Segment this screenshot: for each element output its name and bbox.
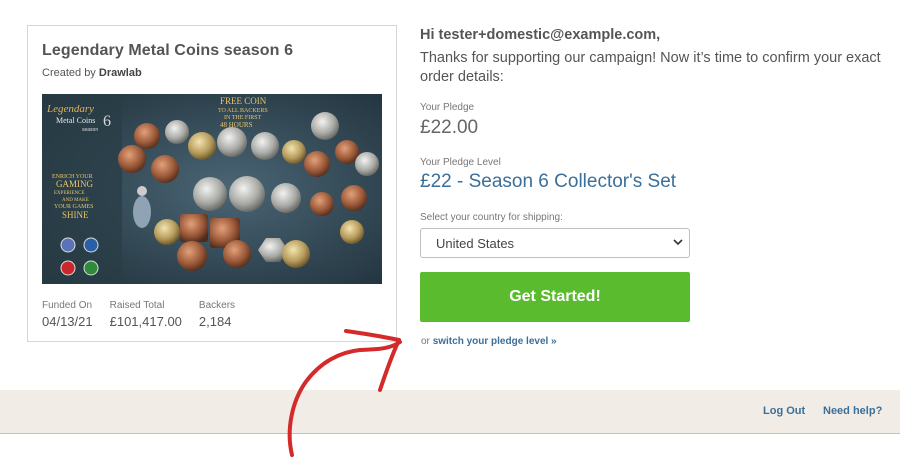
country-label: Select your country for shipping: (420, 212, 563, 223)
artwork-brand-line1: Legendary (46, 103, 94, 115)
campaign-image: Legendary Metal Coins 6 season ENRICH YO… (42, 94, 382, 284)
stat-funded-on: Funded On 04/13/21 (42, 300, 93, 329)
campaign-artwork: Legendary Metal Coins 6 season ENRICH YO… (42, 94, 382, 284)
switch-pledge-level-link[interactable]: switch your pledge level » (433, 336, 557, 347)
artwork-brand-line2: Metal Coins (56, 116, 95, 125)
stat-label: Raised Total (109, 300, 165, 311)
intro-text: Thanks for supporting our campaign! Now … (420, 50, 881, 85)
footer: Log Out Need help? (0, 390, 900, 434)
stat-backers: Backers 2,184 (199, 300, 235, 329)
artwork-brand-number: 6 (103, 113, 111, 130)
country-selected-value: United States (436, 236, 515, 251)
log-out-link[interactable]: Log Out (763, 405, 805, 417)
stat-value: £101,417.00 (109, 314, 182, 329)
country-select[interactable]: United States (420, 228, 690, 258)
switch-prefix: or (421, 336, 430, 347)
campaign-creator-line: Created by Drawlab (42, 67, 142, 79)
created-by-label: Created by (42, 67, 96, 79)
artwork-brand-season: season (82, 127, 98, 133)
campaign-title: Legendary Metal Coins season 6 (42, 42, 294, 59)
campaign-card: Legendary Metal Coins season 6 Created b… (27, 25, 397, 342)
campaign-stats: Funded On 04/13/21 Raised Total £101,417… (42, 300, 252, 329)
stat-label: Funded On (42, 300, 93, 311)
artwork-promo-line2: TO ALL BACKERS (218, 108, 268, 114)
pledge-level-label: Your Pledge Level (420, 157, 501, 168)
artwork-side-line6: SHINE (62, 210, 89, 220)
pledge-amount: £22.00 (420, 117, 479, 138)
artwork-side-line4: AND MAKE (62, 198, 89, 203)
greeting: Hi tester+domestic@example.com, (420, 27, 661, 43)
get-started-button[interactable]: Get Started! (420, 272, 690, 322)
checkout-panel: Hi tester+domestic@example.com, Thanks f… (420, 25, 890, 347)
chevron-down-icon (673, 239, 683, 246)
need-help-link[interactable]: Need help? (823, 405, 882, 417)
pledge-level-value: £22 - Season 6 Collector's Set (420, 171, 677, 192)
artwork-side-line2: GAMING (56, 179, 93, 189)
stat-raised-total: Raised Total £101,417.00 (110, 300, 182, 329)
artwork-side-line3: EXPERIENCE (54, 191, 85, 196)
switch-pledge-line: or switch your pledge level » (421, 336, 557, 347)
stat-value: 2,184 (198, 314, 232, 329)
artwork-promo-line1: FREE COIN (220, 96, 267, 106)
stat-value: 04/13/21 (42, 314, 93, 329)
stat-label: Backers (198, 300, 236, 311)
creator-name: Drawlab (98, 67, 142, 79)
pledge-label: Your Pledge (420, 102, 475, 113)
